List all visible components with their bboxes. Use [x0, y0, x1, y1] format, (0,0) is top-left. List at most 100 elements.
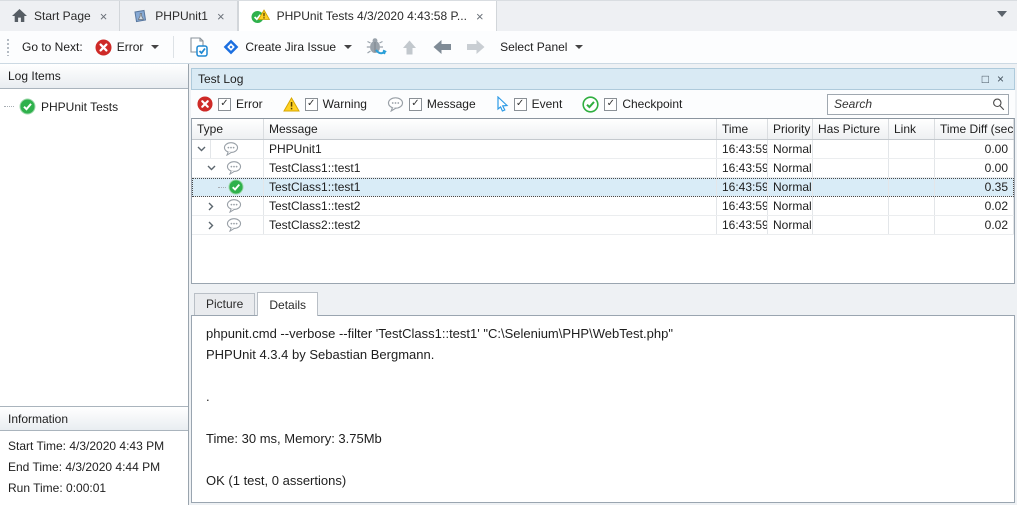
select-test-item-button[interactable] — [184, 34, 212, 60]
detail-tabs: Picture Details — [191, 292, 1015, 315]
expand-chevron-icon[interactable] — [204, 221, 218, 230]
column-header-time-diff[interactable]: Time Diff (sec) — [935, 119, 1014, 139]
message-icon — [226, 199, 242, 213]
message-cell: TestClass1::test1 — [264, 159, 717, 177]
has-picture-cell — [813, 140, 889, 158]
log-row[interactable]: TestClass1::test1 16:43:59 Normal 0.00 — [192, 159, 1014, 178]
close-tab-icon[interactable]: × — [98, 10, 110, 23]
filter-error: ✓ Error — [197, 96, 263, 112]
priority-cell: Normal — [768, 159, 813, 177]
run-time-value: Run Time: 0:00:01 — [0, 478, 188, 499]
information-header: Information — [0, 406, 188, 431]
message-icon — [226, 161, 242, 175]
go-to-parent-button[interactable] — [397, 36, 422, 59]
log-items-header: Log Items — [0, 64, 188, 89]
message-filter-checkbox[interactable]: ✓ — [409, 98, 422, 111]
expand-chevron-icon[interactable] — [204, 202, 218, 211]
log-row[interactable]: TestClass1::test2 16:43:59 Normal 0.02 — [192, 197, 1014, 216]
start-time-value: Start Time: 4/3/2020 4:43 PM — [0, 436, 188, 457]
main-area: Log Items PHPUnit Tests Information Star… — [0, 64, 1017, 505]
close-tab-icon[interactable]: × — [215, 10, 227, 23]
bug-run-icon — [366, 38, 387, 57]
tab-phpunit-tests-log[interactable]: PHPUnit Tests 4/3/2020 4:43:58 P... × — [238, 1, 497, 31]
has-picture-cell — [813, 197, 889, 215]
create-jira-issue-label: Create Jira Issue — [245, 40, 336, 54]
collapse-chevron-icon[interactable] — [194, 146, 208, 152]
create-jira-issue-button[interactable]: Create Jira Issue — [218, 35, 356, 59]
column-header-link[interactable]: Link — [889, 119, 935, 139]
log-row[interactable]: PHPUnit1 16:43:59 Normal 0.00 — [192, 140, 1014, 159]
previous-item-button[interactable] — [428, 36, 456, 58]
column-header-priority[interactable]: Priority — [768, 119, 813, 139]
time-diff-cell: 0.35 — [935, 178, 1014, 196]
log-grid: Type Message Time Priority Has Picture L… — [191, 118, 1015, 284]
column-header-time[interactable]: Time — [717, 119, 768, 139]
message-cell: TestClass2::test2 — [264, 216, 717, 234]
close-panel-icon[interactable]: × — [993, 73, 1008, 85]
select-panel-button[interactable]: Select Panel — [496, 37, 587, 57]
warning-icon — [283, 97, 300, 112]
test-log-titlebar: Test Log □ × — [191, 68, 1015, 90]
toolbar-separator — [173, 36, 174, 58]
tab-label: Start Page — [34, 9, 91, 23]
priority-cell: Normal — [768, 178, 813, 196]
chevron-down-icon — [344, 45, 352, 49]
warning-filter-label: Warning — [323, 97, 367, 111]
tree-item-phpunit-tests[interactable]: PHPUnit Tests — [0, 95, 188, 118]
chevron-down-icon — [151, 45, 159, 49]
log-row-selected[interactable]: TestClass1::test1 16:43:59 Normal 0.35 — [192, 178, 1014, 197]
end-time-value: End Time: 4/3/2020 4:44 PM — [0, 457, 188, 478]
tab-phpunit1[interactable]: PHPUnit1 × — [120, 1, 237, 31]
up-arrow-icon — [401, 39, 418, 56]
warning-filter-checkbox[interactable]: ✓ — [305, 98, 318, 111]
tree-connector — [218, 187, 226, 188]
time-diff-cell: 0.02 — [935, 197, 1014, 215]
log-row[interactable]: TestClass2::test2 16:43:59 Normal 0.02 — [192, 216, 1014, 235]
next-item-button[interactable] — [462, 36, 490, 58]
type-cell — [192, 159, 264, 177]
sidebar: Log Items PHPUnit Tests Information Star… — [0, 64, 189, 505]
close-tab-icon[interactable]: × — [474, 10, 486, 23]
tab-picture[interactable]: Picture — [194, 293, 255, 315]
tree-item-label: PHPUnit Tests — [41, 100, 118, 114]
column-header-type[interactable]: Type — [192, 119, 264, 139]
column-header-has-picture[interactable]: Has Picture — [813, 119, 889, 139]
search-icon — [992, 98, 1005, 111]
grid-header-row: Type Message Time Priority Has Picture L… — [192, 119, 1014, 140]
column-header-message[interactable]: Message — [264, 119, 717, 139]
error-filter-label: Error — [236, 97, 263, 111]
event-filter-checkbox[interactable]: ✓ — [514, 98, 527, 111]
tab-label: PHPUnit1 — [155, 9, 208, 23]
link-cell — [889, 178, 935, 196]
link-cell — [889, 216, 935, 234]
checkpoint-filter-label: Checkpoint — [622, 97, 682, 111]
tab-start-page[interactable]: Start Page × — [0, 1, 120, 31]
error-icon — [197, 96, 213, 112]
test-log-title: Test Log — [198, 72, 978, 86]
checkpoint-success-icon — [228, 179, 244, 195]
time-cell: 16:43:59 — [717, 197, 768, 215]
message-filter-label: Message — [427, 97, 476, 111]
time-diff-cell: 0.00 — [935, 140, 1014, 158]
tab-details[interactable]: Details — [257, 292, 318, 316]
error-filter-checkbox[interactable]: ✓ — [218, 98, 231, 111]
collapse-chevron-icon[interactable] — [204, 165, 218, 171]
filter-warning: ✓ Warning — [283, 97, 367, 112]
document-check-icon — [188, 37, 208, 57]
search-input[interactable] — [827, 94, 1009, 115]
tab-overflow-dropdown-icon[interactable] — [997, 11, 1007, 17]
rerun-test-button[interactable] — [362, 35, 391, 60]
home-icon — [12, 9, 27, 23]
maximize-panel-icon[interactable]: □ — [978, 73, 993, 85]
tree-connector — [4, 106, 14, 107]
type-cell — [192, 178, 264, 196]
checkpoint-icon — [582, 96, 599, 113]
error-icon — [95, 39, 112, 56]
time-cell: 16:43:59 — [717, 216, 768, 234]
type-cell — [192, 140, 264, 158]
toolbar-grip[interactable] — [6, 38, 10, 56]
go-to-next-error-button[interactable]: Error — [91, 36, 164, 59]
link-cell — [889, 197, 935, 215]
checkpoint-filter-checkbox[interactable]: ✓ — [604, 98, 617, 111]
select-panel-label: Select Panel — [500, 40, 567, 54]
